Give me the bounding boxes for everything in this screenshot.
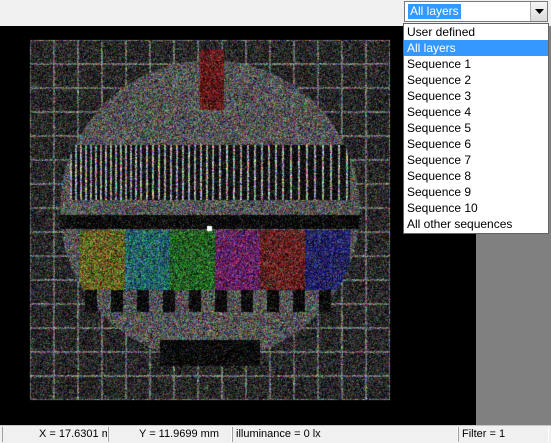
dropdown-option[interactable]: Sequence 1 [404,56,548,72]
layer-selector-value: All layers [408,4,461,19]
dropdown-option[interactable]: Sequence 10 [404,200,548,216]
dropdown-option[interactable]: Sequence 7 [404,152,548,168]
chevron-down-icon [535,9,544,14]
layer-dropdown-list[interactable]: User defined All layers Sequence 1 Sequence… [403,23,549,234]
dropdown-option[interactable]: All other sequences [404,216,548,232]
dropdown-arrow-button[interactable] [530,2,547,21]
dropdown-option[interactable]: User defined [404,24,548,40]
dropdown-option[interactable]: Sequence 6 [404,136,548,152]
layer-selector-combo[interactable]: All layers [404,1,548,22]
status-filter: Filter = 1 [458,427,549,442]
status-illuminance: illuminance = 0 lx [232,427,458,442]
dropdown-option[interactable]: Sequence 9 [404,184,548,200]
status-bar: X = 17.6301 mm Y = 11.9699 mm illuminanc… [0,425,551,443]
dropdown-option[interactable]: All layers [404,40,548,56]
dropdown-option[interactable]: Sequence 8 [404,168,548,184]
status-x-coordinate: X = 17.6301 mm [2,427,108,442]
dropdown-option[interactable]: Sequence 4 [404,104,548,120]
status-y-coordinate: Y = 11.9699 mm [108,427,232,442]
dropdown-option[interactable]: Sequence 5 [404,120,548,136]
dropdown-option[interactable]: Sequence 2 [404,72,548,88]
dropdown-option[interactable]: Sequence 3 [404,88,548,104]
